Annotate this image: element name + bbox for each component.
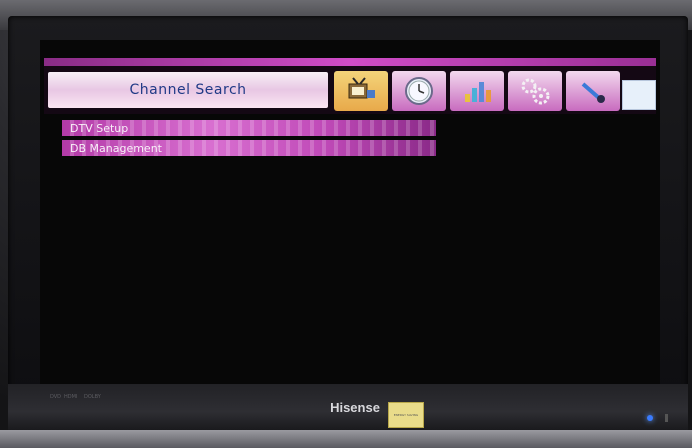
bezel-label-dvd: DVD xyxy=(50,394,62,400)
picture-icon xyxy=(465,82,491,102)
lock-icon xyxy=(581,82,605,103)
brand-logo: Hisense xyxy=(330,400,380,415)
menu-item-label: DB Management xyxy=(70,141,162,155)
channel-icon xyxy=(348,77,375,99)
tab-time[interactable] xyxy=(392,71,446,111)
bezel-label-dolby: DOLBY xyxy=(84,394,101,400)
energy-sticker: ENERGY SAVING xyxy=(388,402,424,428)
clock-icon xyxy=(405,77,433,105)
tab-picture[interactable] xyxy=(450,71,504,111)
sticker-text: ENERGY SAVING xyxy=(393,413,419,417)
tab-partial[interactable] xyxy=(622,80,656,110)
tab-lock[interactable] xyxy=(566,71,620,111)
tab-channel[interactable] xyxy=(334,71,388,111)
bezel-label-hdmi: HDMI xyxy=(64,394,78,400)
tab-setup[interactable] xyxy=(508,71,562,111)
tv-stand-edge xyxy=(0,430,692,448)
menu-item-db-management[interactable]: DB Management xyxy=(62,140,436,156)
settings-gears-icon xyxy=(521,78,550,105)
osd-top-strip xyxy=(44,58,656,66)
menu-item-label: DTV Setup xyxy=(70,121,129,135)
power-indicator-icon xyxy=(647,415,653,421)
ir-sensor xyxy=(665,414,668,422)
menu-title: Channel Search xyxy=(48,72,328,108)
menu-item-dtv-setup[interactable]: DTV Setup xyxy=(62,120,436,136)
